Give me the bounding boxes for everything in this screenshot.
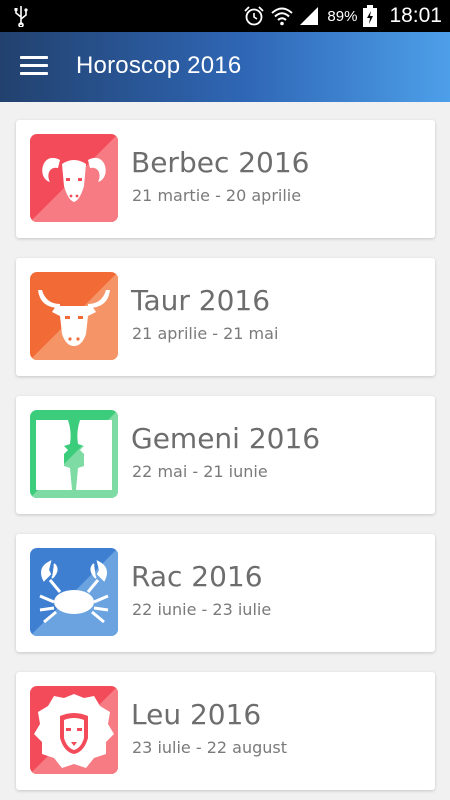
leo-lion-icon [30, 686, 118, 774]
usb-icon [14, 6, 28, 27]
sign-title: Taur 2016 [131, 284, 271, 317]
alarm-icon [244, 6, 265, 26]
list-item-taur[interactable]: Taur 2016 21 aprilie - 21 mai [16, 258, 435, 376]
list-item-berbec[interactable]: Berbec 2016 21 martie - 20 aprilie [16, 120, 435, 238]
sign-dates: 22 iunie - 23 iulie [132, 600, 272, 619]
sign-title: Leu 2016 [131, 698, 262, 731]
battery-charging-icon [363, 5, 378, 27]
zodiac-list: Berbec 2016 21 martie - 20 aprilie Taur … [0, 102, 450, 800]
clock: 18:01 [389, 4, 442, 27]
list-item-gemeni[interactable]: Gemeni 2016 22 mai - 21 iunie [16, 396, 435, 514]
list-item-rac[interactable]: Rac 2016 22 iunie - 23 iulie [16, 534, 435, 652]
sign-title: Berbec 2016 [131, 146, 310, 179]
sign-dates: 21 martie - 20 aprilie [132, 186, 302, 205]
app-bar: Horoscop 2016 [0, 32, 450, 102]
sign-title: Gemeni 2016 [131, 422, 321, 455]
list-item-leu[interactable]: Leu 2016 23 iulie - 22 august [16, 672, 435, 790]
taurus-bull-icon [30, 272, 118, 360]
battery-percent: 89% [327, 7, 358, 25]
page-title: Horoscop 2016 [76, 52, 242, 79]
cancer-crab-icon [30, 548, 118, 636]
sign-dates: 22 mai - 21 iunie [132, 462, 268, 481]
sign-dates: 21 aprilie - 21 mai [132, 324, 279, 343]
wifi-icon [271, 7, 294, 26]
sign-dates: 23 iulie - 22 august [132, 738, 288, 757]
aries-ram-icon [30, 134, 118, 222]
gemini-twins-icon [30, 410, 118, 498]
signal-icon [300, 7, 319, 25]
status-bar: 89% 18:01 [0, 0, 450, 32]
status-icons: 89% 18:01 [243, 0, 442, 32]
sign-title: Rac 2016 [131, 560, 263, 593]
menu-icon[interactable] [18, 52, 50, 82]
